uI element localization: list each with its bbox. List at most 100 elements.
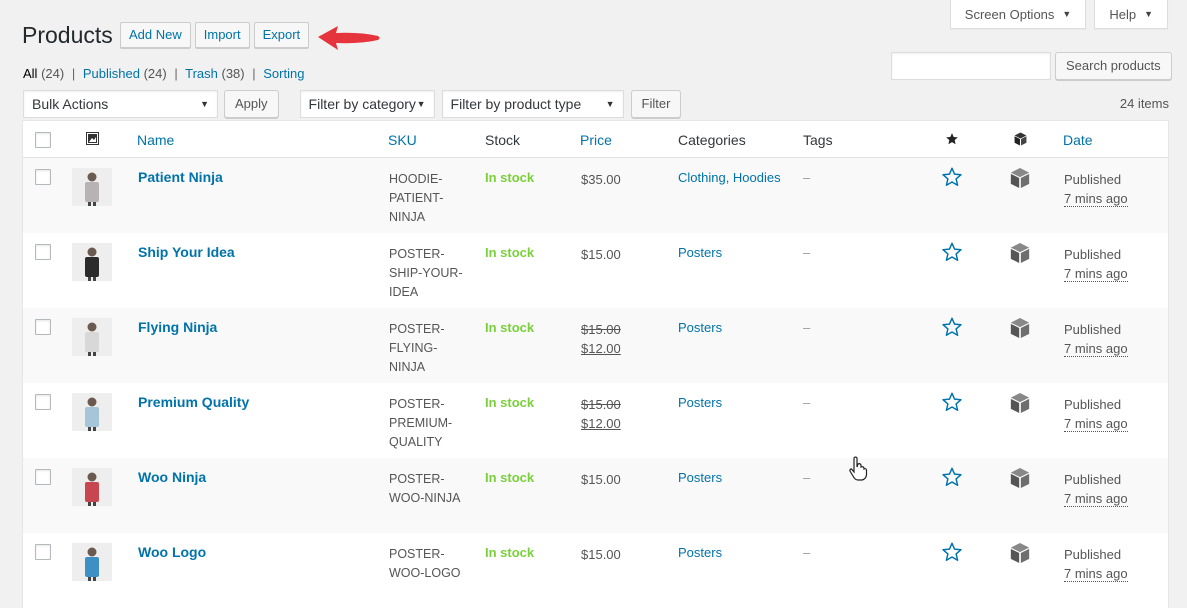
relative-time: 7 mins ago	[1064, 491, 1128, 507]
product-date: Published 7 mins ago	[1064, 545, 1128, 583]
product-thumbnail[interactable]	[72, 543, 112, 581]
product-thumbnail[interactable]	[72, 243, 112, 281]
featured-star-icon[interactable]	[941, 541, 963, 563]
column-categories: Categories	[678, 132, 746, 148]
product-thumbnail[interactable]	[72, 468, 112, 506]
table-row: Woo Ninja POSTER- WOO-NINJA In stock $15.…	[23, 458, 1168, 533]
screen-options-button[interactable]: Screen Options ▼	[949, 0, 1087, 29]
product-categories[interactable]: Posters	[678, 545, 722, 560]
search-input[interactable]	[891, 52, 1051, 80]
filter-button[interactable]: Filter	[630, 90, 682, 118]
view-published-count: (24)	[143, 66, 167, 81]
relative-time: 7 mins ago	[1064, 191, 1128, 207]
product-tags: –	[803, 395, 811, 410]
sku-line: PREMIUM-	[389, 416, 453, 430]
chevron-down-icon: ▼	[605, 99, 615, 109]
sku-line: POSTER-	[389, 322, 445, 336]
featured-star-icon[interactable]	[941, 391, 963, 413]
product-thumbnail[interactable]	[72, 393, 112, 431]
product-tags: –	[803, 470, 811, 485]
apply-button[interactable]: Apply	[224, 90, 279, 118]
product-sku: POSTER- WOO-LOGO	[389, 545, 469, 583]
view-trash-count: (38)	[221, 66, 245, 81]
product-name-link[interactable]: Patient Ninja	[138, 169, 223, 185]
publish-status: Published	[1064, 397, 1122, 412]
featured-star-icon[interactable]	[945, 132, 959, 146]
product-thumbnail[interactable]	[72, 318, 112, 356]
filter-category-select[interactable]: Filter by category ▼	[299, 90, 435, 118]
view-all[interactable]: All	[23, 66, 37, 81]
row-checkbox[interactable]	[35, 394, 51, 410]
featured-star-icon[interactable]	[941, 466, 963, 488]
select-all-checkbox[interactable]	[35, 132, 51, 148]
table-header: Name SKU Stock Price Categories Tags Dat…	[23, 121, 1168, 158]
product-categories[interactable]: Posters	[678, 395, 722, 410]
product-name-link[interactable]: Woo Ninja	[138, 469, 206, 485]
search-products-button[interactable]: Search products	[1055, 52, 1172, 80]
product-sku: POSTER- SHIP-YOUR- IDEA	[389, 245, 469, 302]
product-thumbnail[interactable]	[72, 168, 112, 206]
row-checkbox[interactable]	[35, 469, 51, 485]
column-price[interactable]: Price	[580, 132, 612, 148]
column-name[interactable]: Name	[137, 132, 174, 148]
products-table: Name SKU Stock Price Categories Tags Dat…	[22, 120, 1169, 608]
view-sorting[interactable]: Sorting	[263, 66, 304, 81]
product-image-icon	[72, 243, 112, 281]
product-name-link[interactable]: Ship Your Idea	[138, 244, 235, 260]
product-categories[interactable]: Posters	[678, 470, 722, 485]
row-checkbox[interactable]	[35, 244, 51, 260]
stock-status: In stock	[485, 245, 535, 260]
featured-star-icon[interactable]	[941, 166, 963, 188]
featured-star-icon[interactable]	[941, 241, 963, 263]
table-row: Woo Logo POSTER- WOO-LOGO In stock $15.00…	[23, 533, 1168, 608]
product-name-link[interactable]: Premium Quality	[138, 394, 249, 410]
featured-star-icon[interactable]	[941, 316, 963, 338]
row-checkbox[interactable]	[35, 544, 51, 560]
product-tags: –	[803, 170, 811, 185]
product-categories[interactable]: Posters	[678, 245, 722, 260]
view-published[interactable]: Published	[83, 66, 140, 81]
bulk-actions-select[interactable]: Bulk Actions ▼	[23, 90, 218, 118]
sku-line: WOO-LOGO	[389, 566, 461, 580]
title-actions: Add New Import Export	[120, 22, 310, 48]
publish-status: Published	[1064, 547, 1122, 562]
sku-line: POSTER-	[389, 547, 445, 561]
screen-meta-links: Screen Options ▼ Help ▼	[949, 0, 1168, 29]
search-box: Search products	[891, 52, 1172, 80]
import-button[interactable]: Import	[194, 22, 250, 48]
column-date[interactable]: Date	[1063, 132, 1093, 148]
help-button[interactable]: Help ▼	[1094, 0, 1168, 29]
stock-status: In stock	[485, 470, 535, 485]
stock-status: In stock	[485, 395, 535, 410]
help-label: Help	[1109, 6, 1137, 22]
view-trash[interactable]: Trash	[185, 66, 218, 81]
row-checkbox[interactable]	[35, 319, 51, 335]
sku-line: QUALITY	[389, 435, 443, 449]
screen-options-label: Screen Options	[964, 6, 1055, 22]
table-row: Ship Your Idea POSTER- SHIP-YOUR- IDEA In …	[23, 233, 1168, 308]
row-checkbox[interactable]	[35, 169, 51, 185]
relative-time: 7 mins ago	[1064, 341, 1128, 357]
filter-product-type-select[interactable]: Filter by product type ▼	[441, 90, 624, 118]
stock-status: In stock	[485, 170, 535, 185]
filter-category-value: Filter by category	[308, 96, 416, 112]
export-button[interactable]: Export	[253, 22, 310, 48]
product-name-link[interactable]: Flying Ninja	[138, 319, 217, 335]
product-type-icon	[1014, 132, 1027, 146]
add-new-button[interactable]: Add New	[120, 22, 191, 48]
product-categories[interactable]: Posters	[678, 320, 722, 335]
product-categories[interactable]: Clothing, Hoodies	[678, 170, 781, 185]
page-title: Products	[22, 22, 113, 48]
regular-price: $15.00	[581, 322, 621, 337]
product-price: $15.00	[581, 470, 621, 489]
product-sku: POSTER- FLYING- NINJA	[389, 320, 469, 377]
column-sku[interactable]: SKU	[388, 132, 417, 148]
product-name-link[interactable]: Woo Logo	[138, 544, 206, 560]
relative-time: 7 mins ago	[1064, 266, 1128, 282]
sale-price: $12.00	[581, 416, 621, 431]
product-price: $15.00 $12.00	[581, 395, 621, 433]
regular-price: $15.00	[581, 397, 621, 412]
product-date: Published 7 mins ago	[1064, 170, 1128, 208]
product-image-icon	[72, 468, 112, 506]
sku-line: NINJA	[389, 360, 426, 374]
